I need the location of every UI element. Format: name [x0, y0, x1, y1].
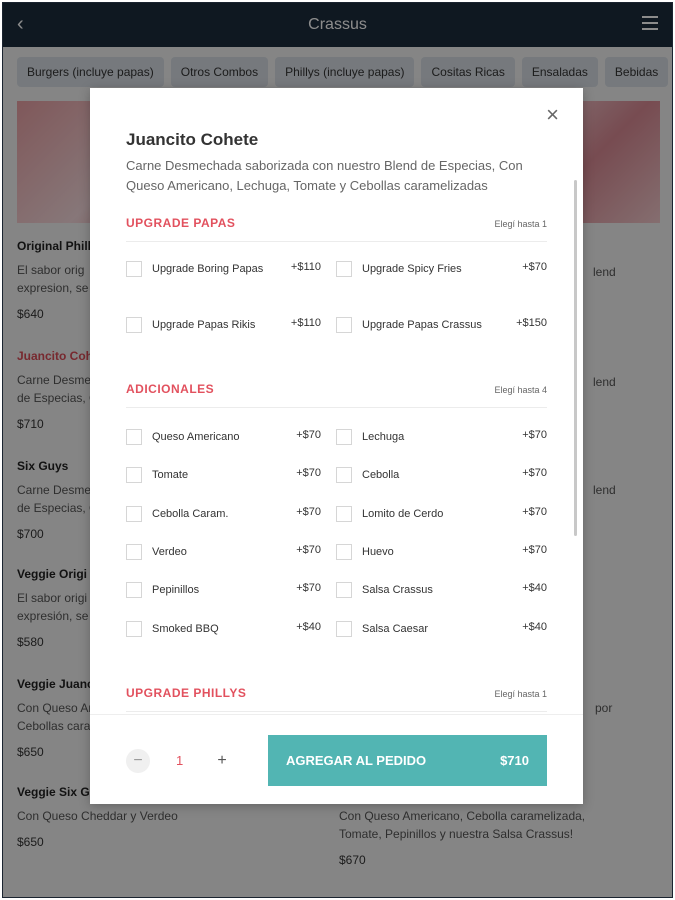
checkbox[interactable] [336, 506, 352, 522]
add-to-order-price: $710 [500, 753, 529, 768]
checkbox[interactable] [126, 261, 142, 277]
checkbox[interactable] [126, 317, 142, 333]
product-title: Juancito Cohete [126, 130, 259, 149]
checkbox[interactable] [126, 544, 142, 560]
modal-footer: − 1 + AGREGAR AL PEDIDO $710 [90, 714, 583, 804]
quantity-value: 1 [176, 753, 184, 768]
scrollbar[interactable] [574, 180, 577, 536]
checkbox[interactable] [126, 621, 142, 637]
checkbox[interactable] [336, 467, 352, 483]
close-icon[interactable]: × [546, 104, 559, 126]
checkbox[interactable] [336, 261, 352, 277]
section-header-adicionales: ADICIONALES Elegí hasta 4 [126, 382, 547, 408]
checkbox[interactable] [126, 506, 142, 522]
product-description: Carne Desmechada saborizada con nuestro … [126, 158, 523, 193]
section-header-upgrade-papas: UPGRADE PAPAS Elegí hasta 1 [126, 216, 547, 242]
checkbox[interactable] [126, 467, 142, 483]
checkbox[interactable] [126, 582, 142, 598]
checkbox[interactable] [336, 429, 352, 445]
product-modal: × Juancito Cohete Carne Desmechada sabor… [90, 88, 583, 804]
checkbox[interactable] [126, 429, 142, 445]
increase-quantity-button[interactable]: + [210, 749, 234, 773]
checkbox[interactable] [336, 582, 352, 598]
add-to-order-button[interactable]: AGREGAR AL PEDIDO $710 [268, 735, 547, 786]
section-header-upgrade-phillys: UPGRADE PHILLYS Elegí hasta 1 [126, 686, 547, 712]
add-to-order-label: AGREGAR AL PEDIDO [286, 753, 427, 768]
checkbox[interactable] [336, 621, 352, 637]
checkbox[interactable] [336, 544, 352, 560]
checkbox[interactable] [336, 317, 352, 333]
decrease-quantity-button[interactable]: − [126, 749, 150, 773]
